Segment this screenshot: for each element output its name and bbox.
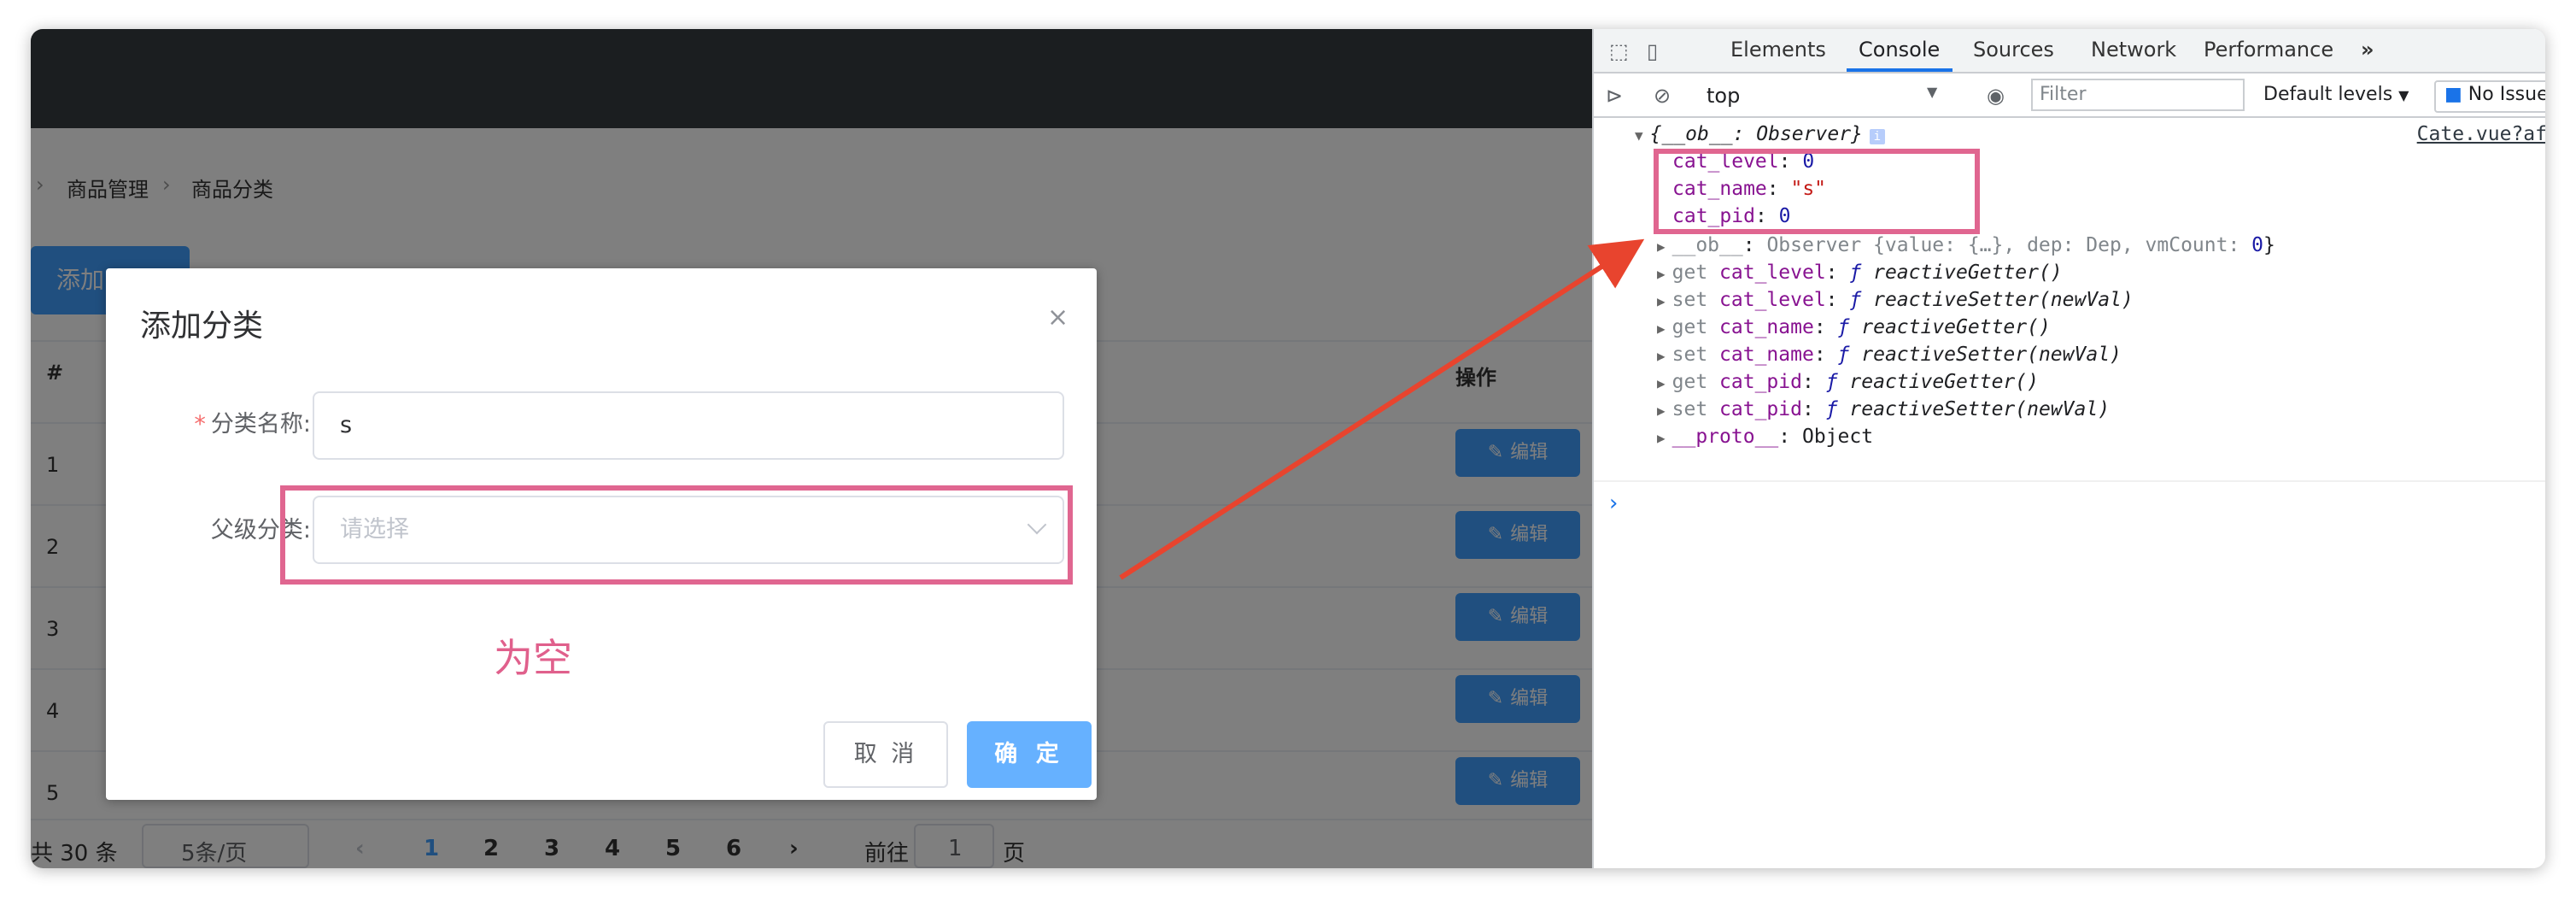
accessor-key: cat_name (1719, 316, 1814, 338)
category-name-label: * 分类名称: (106, 405, 311, 438)
add-category-dialog: 添加分类 × * 分类名称: s 父级分类: 请选择 为空 取 消 确 定 (106, 268, 1097, 800)
collapsed-triangle-icon: ▶ (1657, 375, 1666, 391)
collapsed-triangle-icon: ▶ (1657, 293, 1666, 309)
accessor-fn: reactiveSetter(newVal) (1861, 344, 2122, 366)
console-proto-row[interactable]: ▶ __proto__: Object (1657, 426, 1873, 448)
console-divider (1594, 480, 2545, 482)
accessor-fn: reactiveSetter(newVal) (1873, 289, 2134, 311)
console-source-link[interactable]: Cate.vue?af (2417, 123, 2545, 145)
collapsed-triangle-icon: ▶ (1657, 320, 1666, 337)
console-filter-input[interactable]: Filter (2031, 79, 2245, 111)
ob-value: Observer {value: {…}, dep: Dep, vmCount: (1766, 234, 2252, 256)
tab-performance[interactable]: Performance (2204, 38, 2333, 62)
accessor-prefix: set (1671, 289, 1708, 311)
function-symbol: ƒ (1837, 316, 1850, 338)
issues-icon: ■ (2444, 84, 2462, 105)
cancel-button[interactable]: 取 消 (823, 721, 948, 788)
highlight-box-parent (280, 485, 1073, 585)
console-toolbar: ⊳ ⊘ top ▼ ◉ Filter Default levels ▼ ■ No… (1594, 73, 2545, 118)
accessor-prefix: get (1671, 261, 1708, 284)
app-area: › 商品管理 › 商品分类 添加 # 操作 1 ✎编辑 2 ✎编辑 3 ✎编辑 (31, 29, 1592, 868)
console-accessor-row[interactable]: ▶ get cat_name: ƒ reactiveGetter() (1657, 316, 2051, 338)
required-asterisk: * (194, 411, 206, 438)
accessor-prefix: get (1671, 371, 1708, 393)
accessor-prefix: set (1671, 344, 1708, 366)
accessor-fn: reactiveSetter(newVal) (1849, 398, 2111, 420)
collapsed-triangle-icon: ▶ (1657, 430, 1666, 446)
collapsed-triangle-icon: ▶ (1657, 402, 1666, 419)
function-symbol: ƒ (1825, 398, 1838, 420)
tab-console[interactable]: Console (1859, 38, 1940, 62)
proto-value: Object (1801, 426, 1874, 448)
console-accessor-row[interactable]: ▶ set cat_level: ƒ reactiveSetter(newVal) (1657, 289, 2134, 311)
info-icon: i (1869, 129, 1885, 144)
function-symbol: ƒ (1849, 261, 1862, 284)
chevron-down-icon: ▼ (2398, 87, 2409, 103)
filter-placeholder: Filter (2040, 84, 2087, 105)
devtools-panel: ⬚ ▯ Elements Console Sources Network Per… (1592, 29, 2545, 868)
accessor-key: cat_name (1719, 344, 1814, 366)
eye-icon[interactable]: ◉ (1987, 84, 2005, 108)
ob-key: __ob__ (1671, 234, 1743, 256)
log-levels-label: Default levels (2263, 84, 2393, 105)
log-levels-select[interactable]: Default levels ▼ (2263, 84, 2409, 105)
expanded-triangle-icon: ▼ (1635, 127, 1643, 144)
issues-label: No Issues (2468, 84, 2545, 105)
console-accessor-row[interactable]: ▶ set cat_name: ƒ reactiveSetter(newVal) (1657, 344, 2122, 366)
chevron-down-icon: ▼ (1927, 84, 1938, 100)
object-summary: {__ob__: Observer} (1649, 123, 1863, 145)
devtools-tabbar: ⬚ ▯ Elements Console Sources Network Per… (1594, 29, 2545, 73)
dialog-title: 添加分类 (140, 308, 264, 344)
screenshot-frame: › 商品管理 › 商品分类 添加 # 操作 1 ✎编辑 2 ✎编辑 3 ✎编辑 (31, 29, 2545, 868)
tab-elements[interactable]: Elements (1730, 38, 1826, 62)
proto-key: __proto__ (1671, 426, 1779, 448)
highlight-box-console (1654, 149, 1980, 234)
empty-annotation: 为空 (494, 635, 572, 681)
active-tab-indicator (1847, 68, 1952, 72)
confirm-button[interactable]: 确 定 (967, 721, 1092, 788)
issues-button[interactable]: ■ No Issues (2434, 80, 2545, 113)
function-symbol: ƒ (1837, 344, 1850, 366)
function-symbol: ƒ (1825, 371, 1838, 393)
category-name-value: s (340, 412, 353, 438)
more-tabs-icon[interactable]: » (2361, 38, 2374, 62)
ob-close: } (2263, 234, 2275, 256)
clear-console-icon[interactable]: ⊘ (1654, 84, 1671, 108)
console-object-head[interactable]: ▼ {__ob__: Observer} i (1635, 123, 1885, 145)
console-accessor-row[interactable]: ▶ set cat_pid: ƒ reactiveSetter(newVal) (1657, 398, 2110, 420)
accessor-fn: reactiveGetter() (1873, 261, 2063, 284)
tab-network[interactable]: Network (2091, 38, 2176, 62)
inspect-element-icon[interactable]: ⬚ (1609, 39, 1629, 63)
context-select[interactable]: top (1707, 84, 1740, 108)
sidebar-toggle-icon[interactable]: ⊳ (1606, 84, 1623, 108)
collapsed-triangle-icon: ▶ (1657, 266, 1666, 282)
collapsed-triangle-icon: ▶ (1657, 238, 1666, 255)
category-name-label-text: 分类名称: (210, 411, 311, 438)
console-ob-row[interactable]: ▶ __ob__: Observer {value: {…}, dep: Dep,… (1657, 234, 2275, 256)
accessor-key: cat_pid (1719, 371, 1802, 393)
console-accessor-row[interactable]: ▶ get cat_pid: ƒ reactiveGetter() (1657, 371, 2039, 393)
collapsed-triangle-icon: ▶ (1657, 348, 1666, 364)
accessor-key: cat_pid (1719, 398, 1802, 420)
accessor-fn: reactiveGetter() (1849, 371, 2039, 393)
accessor-prefix: get (1671, 316, 1708, 338)
accessor-fn: reactiveGetter() (1861, 316, 2051, 338)
category-name-input[interactable]: s (313, 391, 1064, 460)
close-icon[interactable]: × (1047, 303, 1068, 332)
accessor-key: cat_level (1719, 261, 1826, 284)
device-toolbar-icon[interactable]: ▯ (1647, 39, 1658, 63)
accessor-key: cat_level (1719, 289, 1826, 311)
ob-count: 0 (2251, 234, 2264, 256)
tab-sources[interactable]: Sources (1973, 38, 2054, 62)
function-symbol: ƒ (1849, 289, 1862, 311)
console-prompt-icon[interactable]: › (1609, 491, 1618, 516)
accessor-prefix: set (1671, 398, 1708, 420)
console-accessor-row[interactable]: ▶ get cat_level: ƒ reactiveGetter() (1657, 261, 2063, 284)
